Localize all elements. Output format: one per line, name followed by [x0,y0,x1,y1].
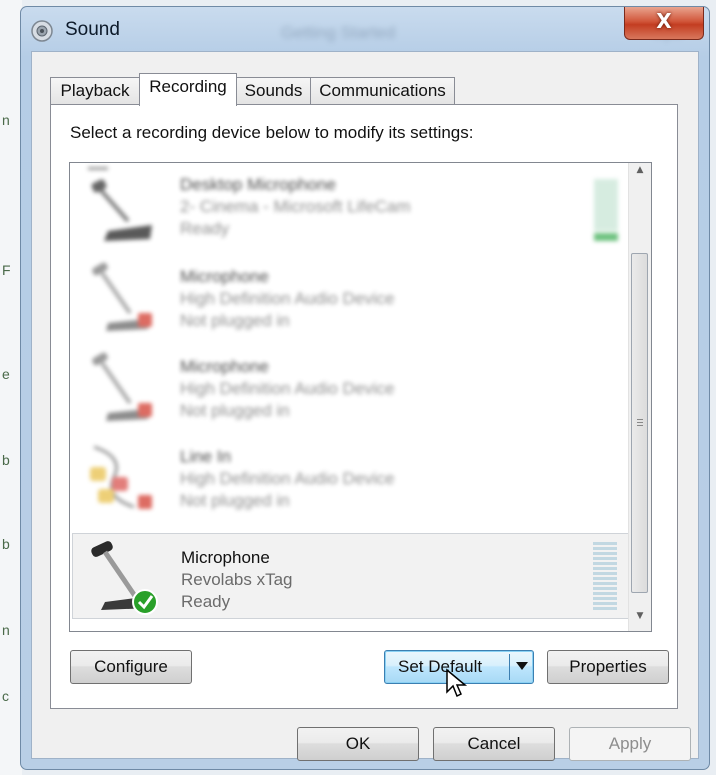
vertical-scrollbar[interactable]: ▲ ▼ [628,163,651,631]
instruction-text: Select a recording device below to modif… [70,123,474,142]
dropdown-arrow-icon[interactable] [516,662,528,670]
apply-button[interactable]: Apply [569,727,691,761]
scrollbar-thumb[interactable] [631,253,648,593]
device-description: 2- Cinema - Microsoft LifeCam [180,197,411,216]
microphone-icon [91,541,158,615]
level-meter [593,542,617,612]
device-name: Microphone [180,357,269,376]
recording-device-list[interactable]: Desktop Microphone 2- Cinema - Microsoft… [69,162,652,632]
device-name: Microphone [180,267,269,286]
tab-sounds[interactable]: Sounds [236,77,311,105]
mouse-cursor-icon [446,668,468,698]
scroll-down-icon[interactable]: ▼ [629,611,651,631]
device-description: Revolabs xTag [181,570,293,589]
sound-dialog: Getting Started Ope Sound X Playback Rec… [20,6,710,770]
ok-button[interactable]: OK [297,727,419,761]
scroll-up-icon[interactable]: ▲ [629,165,651,185]
list-item[interactable]: Desktop Microphone 2- Cinema - Microsoft… [72,163,632,249]
properties-button[interactable]: Properties [547,650,669,684]
device-status: Not plugged in [180,311,290,330]
device-status: Ready [181,592,231,611]
level-meter [594,179,618,249]
dialog-client-area: Playback Recording Sounds Communications… [31,51,699,761]
device-name: Microphone [181,548,270,567]
list-item[interactable]: Microphone High Definition Audio Device … [72,253,632,341]
background-text: b [2,536,10,552]
background-text: n [2,622,10,638]
list-item[interactable]: Microphone High Definition Audio Device … [72,343,632,431]
speaker-icon [31,20,53,42]
tab-communications[interactable]: Communications [310,77,455,105]
device-status: Ready [180,219,230,238]
list-item[interactable]: Line In High Definition Audio Device Not… [72,433,632,521]
list-item-default-device[interactable]: Microphone Revolabs xTag Ready [72,533,632,619]
device-description: High Definition Audio Device [180,469,395,488]
title-bar[interactable]: Getting Started Ope Sound X [21,7,709,57]
window-title: Sound [65,19,120,40]
close-button[interactable]: X [624,7,704,40]
recording-tab-panel: Select a recording device below to modif… [50,104,678,709]
background-text: e [2,366,10,382]
device-name: Line In [180,447,232,466]
device-status: Not plugged in [180,401,290,420]
device-description: High Definition Audio Device [180,379,395,398]
tab-playback[interactable]: Playback [50,77,140,105]
microphone-icon [92,352,152,421]
background-text: F [2,262,11,278]
background-text: n [2,112,10,128]
split-divider [509,654,510,680]
tab-recording[interactable]: Recording [139,73,237,106]
device-status: Not plugged in [180,491,290,510]
background-text: c [2,688,9,704]
close-icon: X [656,9,672,33]
background-text: b [2,452,10,468]
microphone-icon [92,262,152,331]
cancel-button[interactable]: Cancel [433,727,555,761]
configure-button[interactable]: Configure [70,650,192,684]
webcam-mic-icon [88,167,152,241]
line-in-icon [90,445,152,509]
device-name: Desktop Microphone [180,175,336,194]
device-description: High Definition Audio Device [180,289,395,308]
set-default-label[interactable]: Set Default [398,657,482,676]
